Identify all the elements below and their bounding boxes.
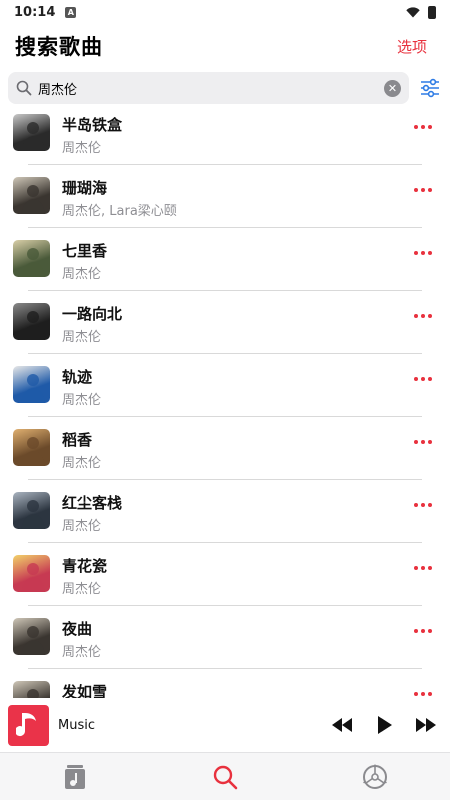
- album-art-icon: [21, 500, 45, 529]
- song-row[interactable]: 七里香 周杰伦: [0, 234, 450, 297]
- music-note-icon: [15, 713, 36, 737]
- album-cover: [13, 492, 50, 529]
- status-indicators: [406, 5, 436, 19]
- tab-search[interactable]: [207, 759, 243, 795]
- more-options-icon[interactable]: [414, 375, 438, 383]
- song-row[interactable]: 红尘客栈 周杰伦: [0, 486, 450, 549]
- album-cover: [13, 429, 50, 466]
- settings-icon: [363, 763, 387, 789]
- mini-player[interactable]: Music: [0, 700, 450, 750]
- page-title: 搜索歌曲: [15, 35, 103, 59]
- next-track-icon[interactable]: [414, 716, 438, 734]
- song-title: 青花瓷: [62, 557, 108, 575]
- divider: [28, 164, 422, 165]
- more-options-icon[interactable]: [414, 249, 438, 257]
- search-row: ✕: [0, 72, 450, 104]
- battery-icon: [428, 5, 436, 19]
- divider: [28, 290, 422, 291]
- previous-track-icon[interactable]: [330, 716, 354, 734]
- album-cover: [13, 618, 50, 655]
- more-options-icon[interactable]: [414, 438, 438, 446]
- status-time: 10:14: [14, 4, 56, 20]
- album-cover: [13, 555, 50, 592]
- album-art-icon: [21, 185, 45, 214]
- song-row[interactable]: 夜曲 周杰伦: [0, 612, 450, 675]
- filter-icon[interactable]: [419, 77, 441, 99]
- library-icon: [65, 764, 85, 789]
- options-button[interactable]: 选项: [397, 36, 427, 57]
- divider: [28, 227, 422, 228]
- divider: [28, 416, 422, 417]
- song-artist: 周杰伦: [62, 393, 102, 408]
- song-title: 七里香: [62, 242, 108, 260]
- more-options-icon[interactable]: [414, 564, 438, 572]
- divider: [28, 542, 422, 543]
- song-row[interactable]: 一路向北 周杰伦: [0, 297, 450, 360]
- song-row[interactable]: 半岛铁盒 周杰伦: [0, 108, 450, 171]
- song-row[interactable]: 发如雪: [0, 675, 450, 698]
- tab-library[interactable]: [57, 759, 93, 795]
- album-cover: [13, 681, 50, 698]
- divider: [28, 479, 422, 480]
- player-track-title: Music: [58, 717, 95, 733]
- album-cover: [13, 303, 50, 340]
- divider: [28, 353, 422, 354]
- more-options-icon[interactable]: [414, 186, 438, 194]
- album-cover: [13, 114, 50, 151]
- album-art-icon: [21, 437, 45, 466]
- song-artist: 周杰伦: [62, 519, 102, 534]
- album-art-icon: [21, 626, 45, 655]
- song-title: 轨迹: [62, 368, 93, 386]
- song-title: 夜曲: [62, 620, 93, 638]
- song-title: 半岛铁盒: [62, 116, 123, 134]
- divider: [28, 605, 422, 606]
- album-art-icon: [27, 689, 39, 698]
- clear-search-icon[interactable]: ✕: [384, 79, 401, 97]
- tab-bar: [0, 752, 450, 800]
- album-art-icon: [21, 563, 45, 592]
- tab-settings[interactable]: [357, 759, 393, 795]
- song-artist: 周杰伦: [62, 582, 102, 597]
- song-title: 一路向北: [62, 305, 123, 323]
- song-artist: 周杰伦: [62, 330, 102, 345]
- status-bar: 10:14 A: [0, 0, 450, 24]
- album-art-icon: [21, 122, 45, 151]
- wifi-icon: [406, 6, 420, 17]
- play-icon[interactable]: [372, 716, 396, 734]
- song-title: 红尘客栈: [62, 494, 123, 512]
- song-list: 半岛铁盒 周杰伦 珊瑚海 周杰伦, Lara梁心颐 七里香 周杰伦 一路向北 周…: [0, 108, 450, 698]
- search-icon: [16, 80, 32, 96]
- more-options-icon[interactable]: [414, 501, 438, 509]
- search-input[interactable]: [38, 80, 368, 96]
- album-cover: [13, 366, 50, 403]
- song-artist: 周杰伦: [62, 645, 102, 660]
- song-artist: 周杰伦, Lara梁心颐: [62, 204, 177, 219]
- album-cover: [13, 240, 50, 277]
- header: 搜索歌曲 选项: [0, 24, 450, 68]
- notification-icon: A: [65, 6, 77, 18]
- song-row[interactable]: 珊瑚海 周杰伦, Lara梁心颐: [0, 171, 450, 234]
- divider: [28, 668, 422, 669]
- album-cover: [13, 177, 50, 214]
- more-options-icon[interactable]: [414, 312, 438, 320]
- song-artist: 周杰伦: [62, 141, 102, 156]
- song-title: 珊瑚海: [62, 179, 108, 197]
- song-row[interactable]: 轨迹 周杰伦: [0, 360, 450, 423]
- player-artwork: [8, 704, 49, 746]
- album-art-icon: [21, 374, 45, 403]
- song-row[interactable]: 青花瓷 周杰伦: [0, 549, 450, 612]
- album-art-icon: [21, 311, 45, 340]
- more-options-icon[interactable]: [414, 627, 438, 635]
- more-options-icon[interactable]: [414, 690, 438, 698]
- more-options-icon[interactable]: [414, 123, 438, 131]
- song-row[interactable]: 稻香 周杰伦: [0, 423, 450, 486]
- search-tab-icon: [213, 765, 238, 789]
- player-controls: [330, 716, 438, 734]
- song-artist: 周杰伦: [62, 456, 102, 471]
- song-title: 稻香: [62, 431, 93, 449]
- song-title: 发如雪: [62, 683, 108, 698]
- song-artist: 周杰伦: [62, 267, 102, 282]
- search-box[interactable]: ✕: [8, 72, 409, 104]
- album-art-icon: [21, 248, 45, 277]
